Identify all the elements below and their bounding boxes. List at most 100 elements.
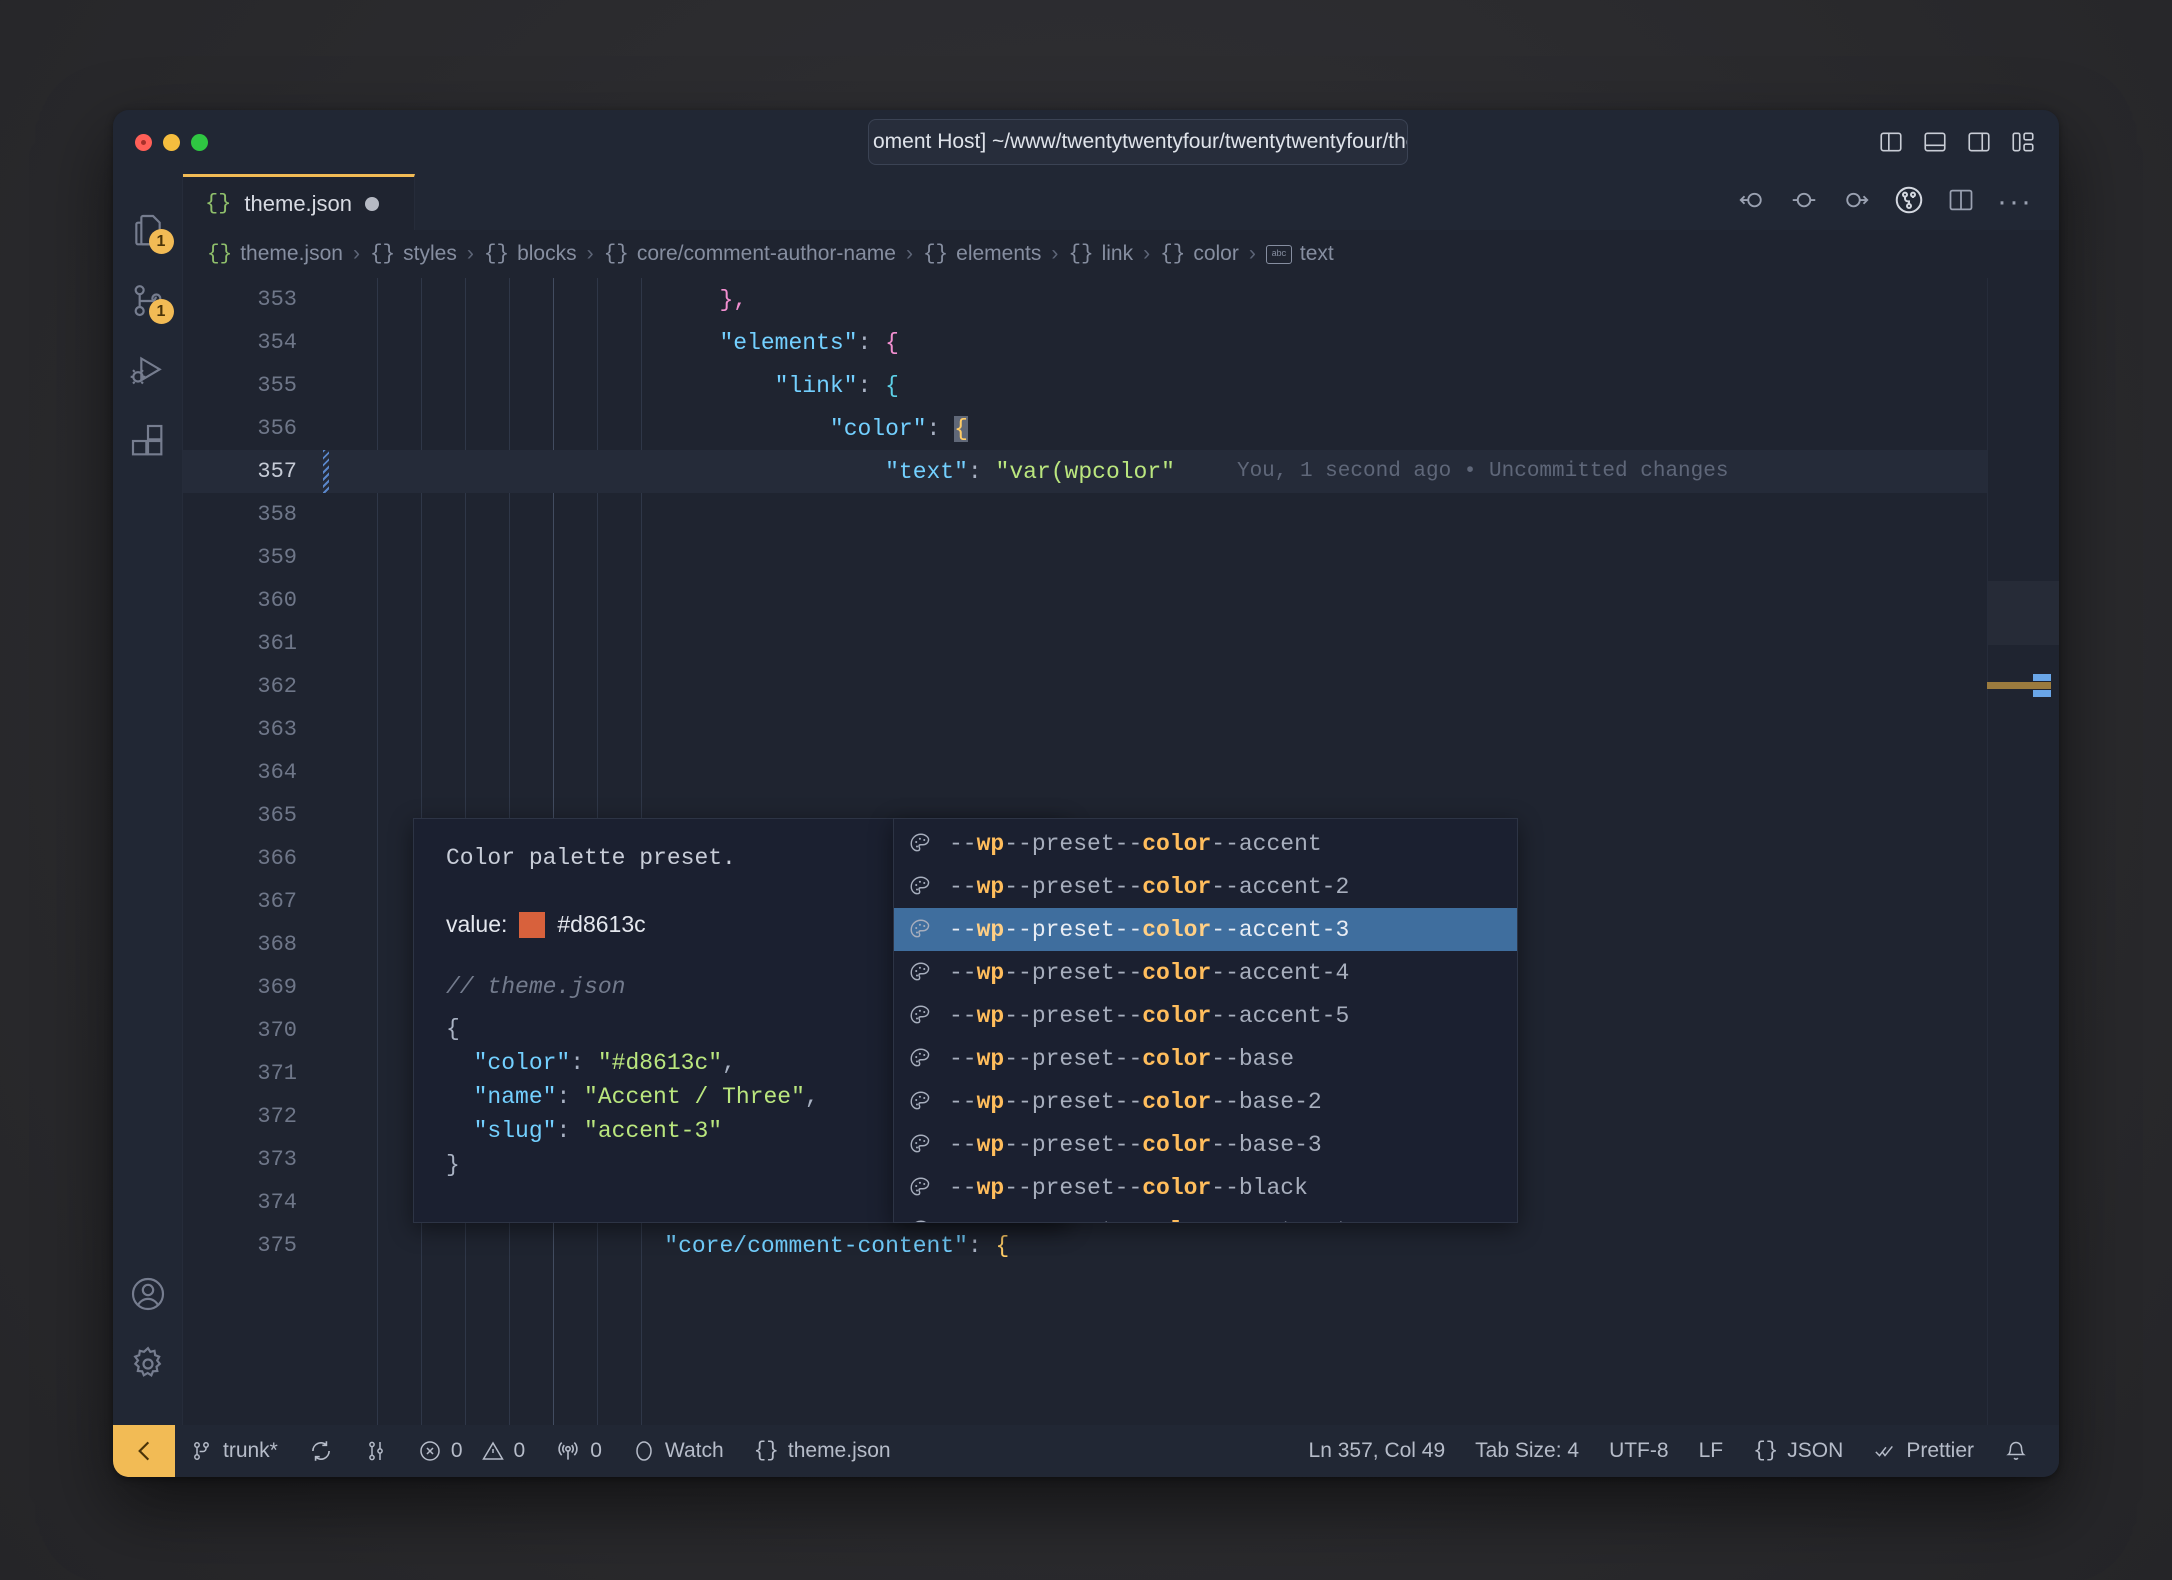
next-change-icon[interactable] — [1841, 185, 1871, 220]
suggestion-item[interactable]: --wp--preset--color--contrast — [894, 1209, 1517, 1223]
status-formatter[interactable]: Prettier — [1858, 1425, 1989, 1477]
code-text: }, — [719, 286, 748, 313]
minimap[interactable] — [1987, 278, 2059, 1425]
encoding-label: UTF-8 — [1609, 1439, 1669, 1462]
status-notifications[interactable] — [1989, 1425, 2043, 1477]
suggestion-item[interactable]: --wp--preset--color--black — [894, 1166, 1517, 1209]
suggestion-item[interactable]: --wp--preset--color--base — [894, 1037, 1517, 1080]
suggestion-item[interactable]: --wp--preset--color--accent-2 — [894, 865, 1517, 908]
breadcrumb-item[interactable]: {} styles — [370, 242, 457, 266]
code-editor[interactable]: 353 }, 354 "elements": {355 "link": {356 … — [183, 278, 2059, 1425]
breadcrumb-separator: › — [466, 242, 474, 265]
suggestion-item[interactable]: --wp--preset--color--accent — [894, 822, 1517, 865]
suggestion-label: --wp--preset--color--contrast — [949, 1218, 1349, 1223]
line-number: 364 — [257, 760, 297, 785]
suggestion-item[interactable]: --wp--preset--color--accent-3 — [894, 908, 1517, 951]
line-number: 355 — [257, 373, 297, 398]
branch-name: trunk* — [223, 1439, 278, 1462]
abc-icon: abc — [1265, 244, 1292, 264]
status-cursor-position[interactable]: Ln 357, Col 49 — [1294, 1425, 1461, 1477]
toggle-panel-icon[interactable] — [1921, 128, 1949, 156]
status-eol[interactable]: LF — [1684, 1425, 1739, 1477]
tab-theme-json[interactable]: {} theme.json — [183, 174, 415, 230]
file-name: theme.json — [787, 1439, 891, 1462]
sidebar-item-extensions[interactable] — [113, 406, 183, 476]
json-braces-icon: {} — [603, 242, 629, 266]
breadcrumb-label: link — [1101, 242, 1134, 265]
status-branch-compare[interactable] — [349, 1425, 403, 1477]
breadcrumb-separator: › — [1051, 242, 1059, 265]
title-bar: oment Host] ~/www/twentytwentyfour/twent… — [113, 110, 2059, 174]
suggestion-label: --wp--preset--color--base-2 — [949, 1088, 1322, 1115]
status-tab-size[interactable]: Tab Size: 4 — [1460, 1425, 1594, 1477]
status-file[interactable]: {} theme.json — [739, 1425, 906, 1477]
palette-icon — [908, 1175, 934, 1201]
accounts-button[interactable] — [113, 1259, 183, 1329]
split-editor-icon[interactable] — [1947, 186, 1975, 219]
suggestion-item[interactable]: --wp--preset--color--accent-4 — [894, 951, 1517, 994]
status-watch[interactable]: Watch — [617, 1425, 739, 1477]
breadcrumb-item[interactable]: {} color — [1160, 242, 1239, 266]
breadcrumb-item[interactable]: {} theme.json — [207, 242, 343, 266]
status-sync[interactable] — [293, 1425, 349, 1477]
status-problems[interactable]: 0 0 — [403, 1425, 540, 1477]
minimize-window-button[interactable] — [163, 133, 180, 151]
previous-change-icon[interactable] — [1737, 185, 1767, 220]
line-number: 360 — [257, 588, 297, 613]
suggestion-list[interactable]: --wp--preset--color--accent --wp--preset-… — [893, 818, 1518, 1223]
warning-count: 0 — [513, 1439, 526, 1462]
git-blame-toggle-icon[interactable] — [1893, 184, 1925, 221]
tab-label: theme.json — [244, 190, 353, 216]
json-braces-icon: {} — [1753, 1439, 1779, 1463]
command-center-search[interactable]: oment Host] ~/www/twentytwentyfour/twent… — [868, 119, 1408, 165]
layout-controls — [1877, 128, 2037, 156]
current-change-icon[interactable] — [1789, 185, 1819, 220]
suggestion-item[interactable]: --wp--preset--color--accent-5 — [894, 994, 1517, 1037]
color-swatch — [519, 911, 546, 938]
sidebar-item-run-and-debug[interactable] — [113, 336, 183, 406]
breadcrumb-label: theme.json — [240, 242, 343, 265]
breadcrumb-item[interactable]: {} core/comment-author-name — [604, 242, 896, 266]
code-line: 356 "color": { — [183, 407, 2059, 450]
maximize-window-button[interactable] — [191, 133, 208, 151]
breadcrumb-item[interactable]: {} link — [1068, 242, 1133, 266]
customize-layout-icon[interactable] — [2009, 128, 2037, 156]
breadcrumb-label: text — [1299, 242, 1334, 265]
sidebar-item-explorer[interactable]: 1 — [113, 196, 183, 266]
suggestion-label: --wp--preset--color--accent-5 — [949, 1002, 1350, 1029]
remote-window-icon[interactable] — [113, 1425, 175, 1477]
hover-value-label: value: — [446, 911, 508, 937]
code-text: "elements": { — [719, 329, 899, 356]
more-actions-icon[interactable]: ··· — [1997, 187, 2033, 217]
editor-group: {} theme.json ··· {} theme.json › {} sty… — [183, 174, 2059, 1425]
json-braces-icon: {} — [205, 191, 232, 216]
breadcrumb-separator: › — [1143, 242, 1151, 265]
breadcrumb-label: color — [1193, 242, 1239, 265]
breadcrumb-item[interactable]: abc text — [1265, 242, 1334, 266]
status-ports[interactable]: 0 — [540, 1425, 617, 1477]
palette-icon — [908, 874, 934, 900]
editor-actions: ··· — [1737, 174, 2059, 230]
palette-icon — [908, 1132, 934, 1158]
close-window-button[interactable] — [135, 133, 152, 151]
json-braces-icon: {} — [922, 242, 949, 266]
manage-settings-button[interactable] — [113, 1329, 183, 1399]
git-blame-annotation: You, 1 second ago • Uncommitted changes — [1236, 460, 1729, 483]
breadcrumb-item[interactable]: {} blocks — [484, 242, 577, 266]
breadcrumb-item[interactable]: {} elements — [923, 242, 1041, 266]
status-encoding[interactable]: UTF-8 — [1594, 1425, 1684, 1477]
status-language-mode[interactable]: {} JSON — [1738, 1425, 1858, 1477]
minimap-mark — [1987, 682, 2051, 689]
suggestion-item[interactable]: --wp--preset--color--base-3 — [894, 1123, 1517, 1166]
suggestion-item[interactable]: --wp--preset--color--base-2 — [894, 1080, 1517, 1123]
toggle-primary-sidebar-icon[interactable] — [1877, 128, 1905, 156]
status-branch[interactable]: trunk* — [175, 1425, 293, 1477]
palette-icon — [908, 1218, 934, 1222]
line-number: 374 — [257, 1190, 297, 1215]
sidebar-item-source-control[interactable]: 1 — [113, 266, 183, 336]
minimap-slider[interactable] — [1988, 581, 2059, 645]
check-all-icon — [1875, 1445, 1894, 1457]
palette-icon — [908, 1046, 934, 1072]
toggle-secondary-sidebar-icon[interactable] — [1965, 128, 1993, 156]
line-number: 365 — [257, 803, 297, 828]
